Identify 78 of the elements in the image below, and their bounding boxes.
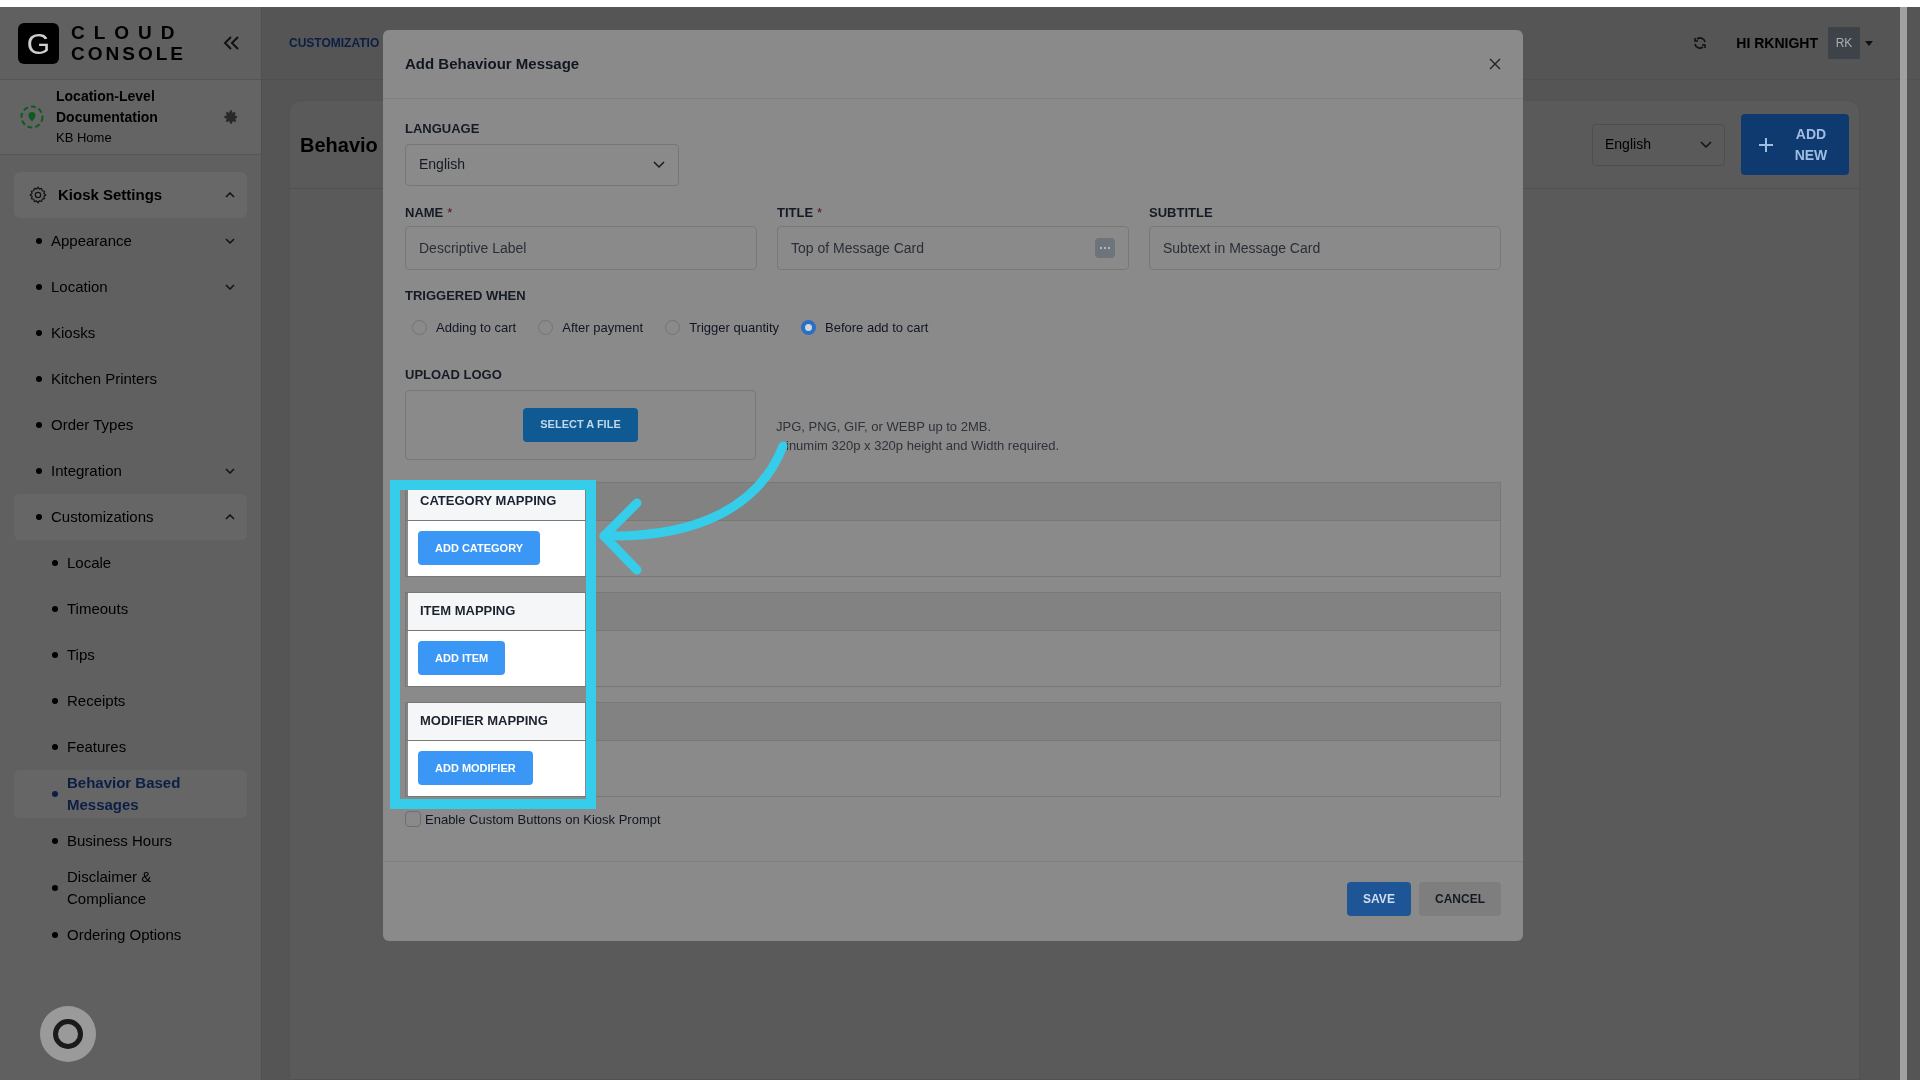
modal-title: Add Behaviour Message [405, 53, 580, 74]
language-select[interactable]: English [1592, 123, 1725, 166]
sidebar-item[interactable]: Business Hours [14, 818, 247, 864]
chevron-up-icon [225, 192, 235, 198]
sidebar-section[interactable]: Kiosk Settings [14, 172, 247, 218]
checkbox[interactable] [405, 811, 421, 828]
caret-icon[interactable] [1865, 40, 1873, 46]
sidebar-item[interactable]: Order Types [14, 402, 247, 448]
chevron-down-icon [1700, 140, 1712, 149]
chat-icon[interactable] [40, 1006, 96, 1062]
language-select[interactable]: English [405, 143, 679, 186]
radio-button[interactable] [801, 319, 816, 335]
field-label: UPLOAD LOGO [405, 366, 503, 384]
field-label: TRIGGERED WHEN [405, 287, 527, 305]
logo-icon: G [18, 22, 59, 64]
text-field[interactable]: Subtext in Message Card [1149, 226, 1501, 270]
checkbox-label: Enable Custom Buttons on Kiosk Prompt [425, 810, 661, 829]
brand-name: CONSOLE [71, 43, 186, 64]
chevron-down-icon [225, 468, 235, 474]
select-file-button[interactable]: SELECT A FILE [523, 407, 638, 442]
text-field[interactable]: Descriptive Label [405, 226, 757, 270]
add-button[interactable]: ADD CATEGORY [418, 531, 540, 565]
text-field[interactable]: Top of Message Card [777, 226, 1129, 270]
required-mark: * [817, 203, 823, 222]
sidebar-item[interactable]: Location [14, 264, 247, 310]
sidebar-item[interactable]: Ordering Options [14, 912, 247, 958]
add-button[interactable]: ADD MODIFIER [418, 751, 533, 785]
field-label: TITLE [777, 203, 814, 222]
collapse-icon[interactable] [223, 35, 241, 51]
radio-label: Trigger quantity [689, 318, 779, 337]
brand-name: CLOUD [71, 22, 185, 43]
upload-dropzone[interactable]: SELECT A FILE [405, 389, 756, 460]
chevron-up-icon [225, 514, 235, 520]
sidebar-item[interactable]: Locale [14, 540, 247, 586]
sidebar-item[interactable]: Integration [14, 448, 247, 494]
add-new-button[interactable]: ADD NEW [1741, 114, 1849, 175]
chevron-down-icon [653, 160, 665, 169]
user-avatar[interactable]: RK [1828, 27, 1860, 59]
required-mark: * [447, 203, 453, 222]
sidebar-item[interactable]: Kiosks [14, 310, 247, 356]
breadcrumb-link[interactable]: CUSTOMIZATIO [289, 34, 380, 52]
close-icon[interactable] [1489, 58, 1501, 70]
radio-label: After payment [562, 318, 644, 337]
user-greeting: HI RKNIGHT [1736, 33, 1818, 53]
section-heading: ITEM MAPPING [420, 602, 516, 621]
settings-icon [28, 185, 48, 205]
plus-icon [1758, 136, 1774, 153]
radio-label: Adding to cart [436, 318, 517, 337]
upload-hint: inumim 320p x 320p height and Width required. [785, 436, 1060, 455]
save-button[interactable]: SAVE [1347, 881, 1411, 916]
field-label: SUBTITLE [1149, 203, 1213, 222]
chevron-down-icon [225, 238, 235, 244]
sidebar-item[interactable]: Appearance [14, 218, 247, 264]
radio-label: Before add to cart [825, 318, 929, 337]
sidebar-item[interactable]: Behavior Based Messages [14, 770, 247, 818]
upload-hint: JPG, PNG, GIF, or WEBP up to 2MB. [776, 417, 993, 436]
sidebar-item[interactable]: Tips [14, 632, 247, 678]
sidebar-item[interactable]: Customizations [14, 494, 247, 540]
section-heading: CATEGORY MAPPING [420, 492, 557, 511]
sidebar-item[interactable]: Disclaimer & Compliance [14, 864, 247, 912]
section-heading: MODIFIER MAPPING [420, 712, 548, 731]
sidebar-item[interactable]: Features [14, 724, 247, 770]
sidebar-item[interactable]: Receipts [14, 678, 247, 724]
location-name: Location-Level Documentation [56, 87, 159, 128]
location-pin-icon [20, 105, 44, 129]
location-subtitle: KB Home [56, 129, 113, 148]
scrollbar[interactable] [1900, 7, 1907, 1080]
more-icon[interactable] [1095, 238, 1115, 258]
field-label: NAME [405, 203, 444, 222]
settings-icon[interactable] [223, 109, 239, 125]
add-button[interactable]: ADD ITEM [418, 641, 506, 675]
page-title: Behavio [300, 132, 378, 158]
cancel-button[interactable]: CANCEL [1419, 881, 1501, 916]
sidebar-item[interactable]: Kitchen Printers [14, 356, 247, 402]
sync-icon[interactable] [1692, 35, 1709, 51]
sidebar-item[interactable]: Timeouts [14, 586, 247, 632]
field-label: LANGUAGE [405, 120, 481, 138]
chevron-down-icon [225, 284, 235, 290]
